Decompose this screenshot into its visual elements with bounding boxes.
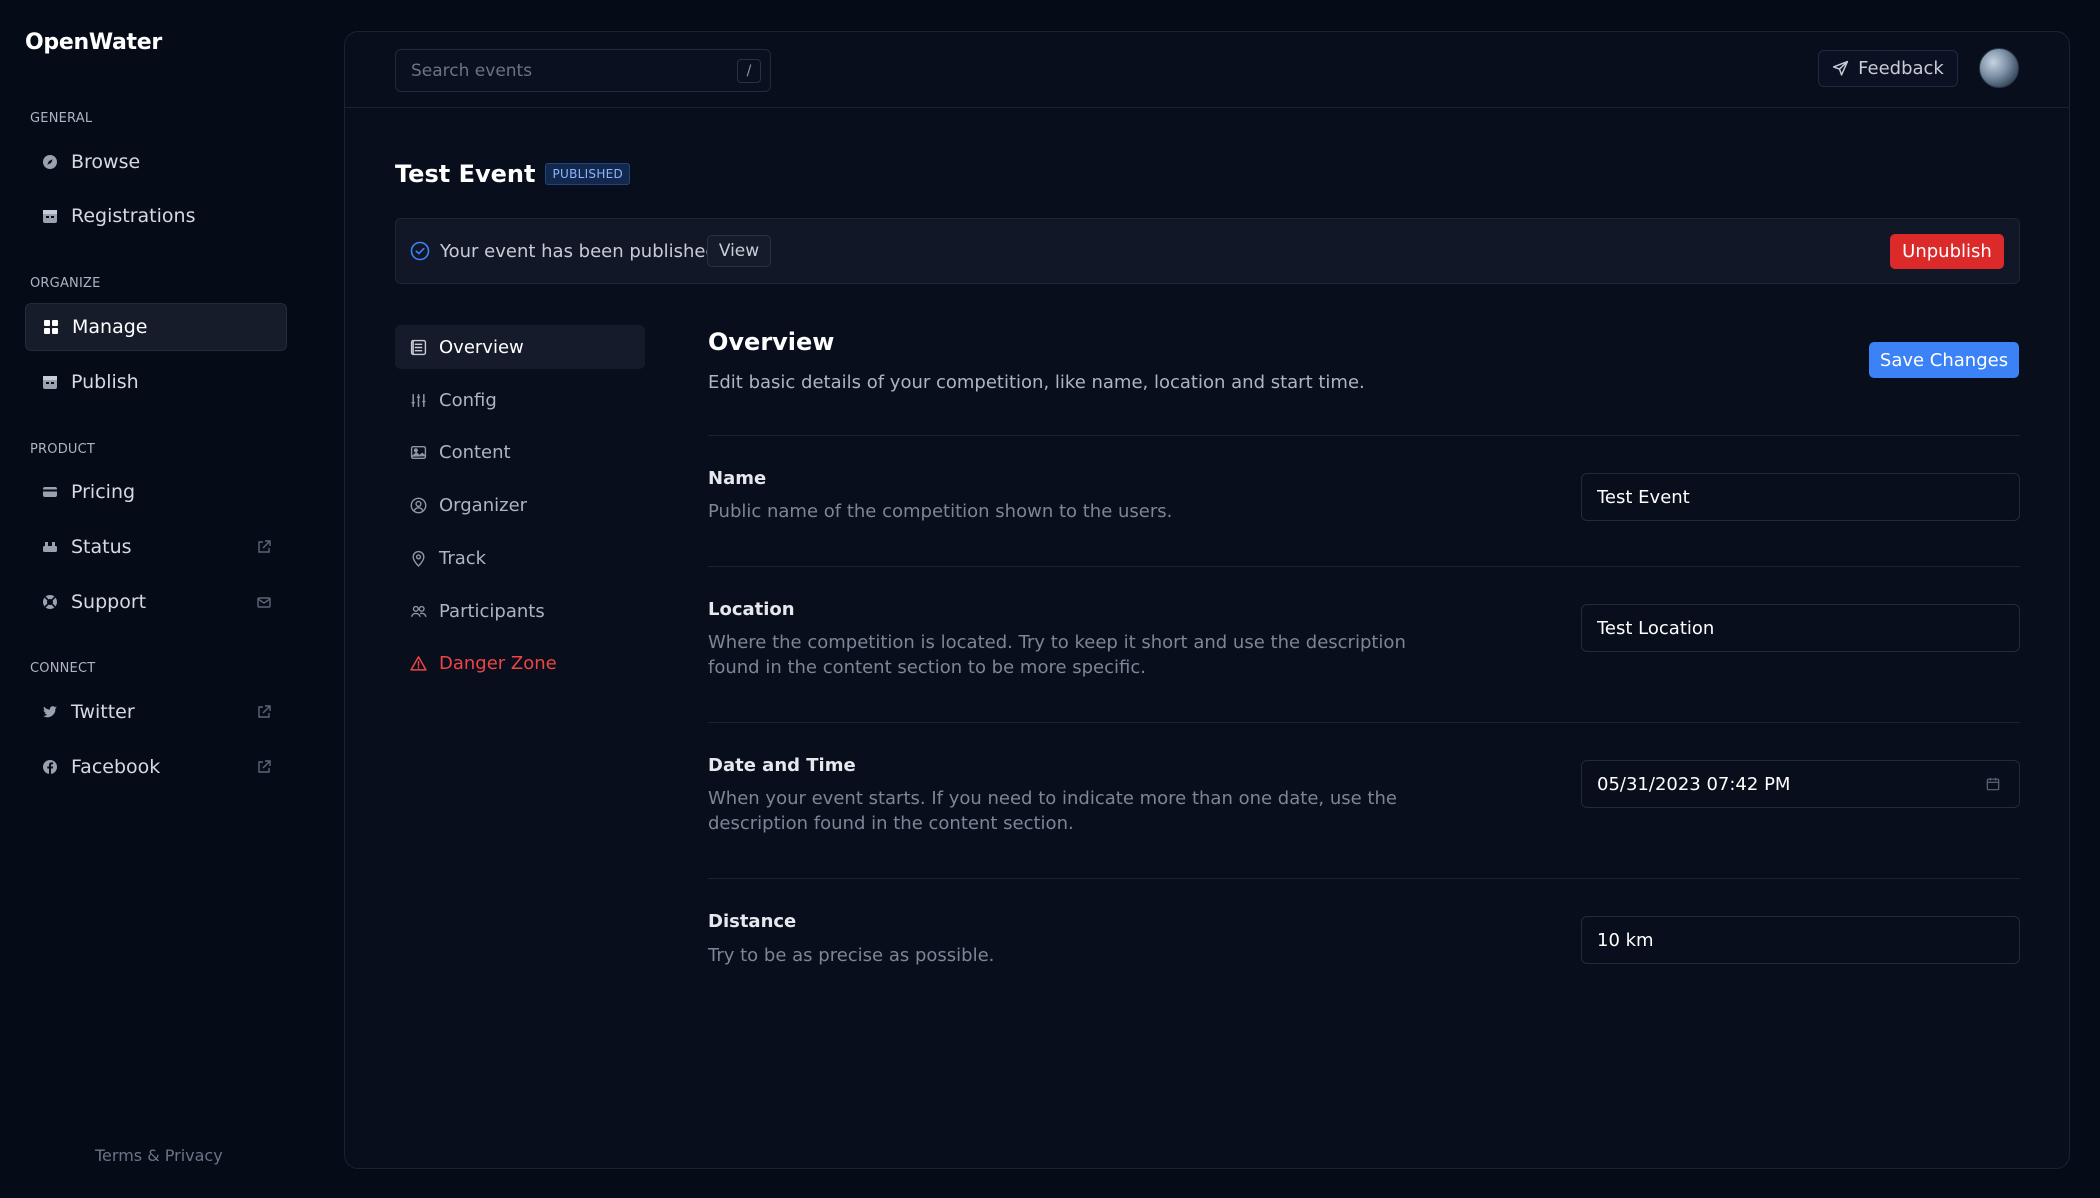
feedback-label: Feedback <box>1858 58 1944 79</box>
terms-privacy-link[interactable]: Terms & Privacy <box>95 1146 223 1165</box>
tab-participants[interactable]: Participants <box>395 589 645 633</box>
user-circle-icon <box>409 496 427 514</box>
search-shortcut-key: / <box>737 59 761 83</box>
mail-icon <box>255 593 273 611</box>
search-box[interactable]: / <box>395 49 771 92</box>
tab-danger-zone[interactable]: Danger Zone <box>395 641 645 685</box>
list-icon <box>409 338 427 356</box>
image-icon <box>409 443 427 461</box>
twitter-icon <box>41 703 59 721</box>
sidebar-item-status[interactable]: Status <box>25 523 287 571</box>
server-icon <box>41 538 59 556</box>
location-field[interactable] <box>1581 604 2020 652</box>
section-label-organize: ORGANIZE <box>30 276 101 291</box>
external-link-icon <box>255 538 273 556</box>
calendar-picker-icon[interactable] <box>1986 776 2002 792</box>
lifebuoy-icon <box>41 593 59 611</box>
sidebar-item-browse[interactable]: Browse <box>25 138 287 186</box>
app-logo[interactable]: OpenWater <box>25 30 162 55</box>
tab-label: Content <box>439 441 511 463</box>
alert-message: Your event has been published! <box>440 241 725 262</box>
grid-icon <box>42 318 60 336</box>
tab-config[interactable]: Config <box>395 378 645 422</box>
distance-field[interactable] <box>1581 916 2020 964</box>
sidebar-item-registrations[interactable]: Registrations <box>25 192 287 240</box>
field-help-date-time: When your event starts. If you need to i… <box>708 788 1397 834</box>
section-label-general: GENERAL <box>30 111 93 126</box>
sidebar-item-twitter[interactable]: Twitter <box>25 688 287 736</box>
tab-organizer[interactable]: Organizer <box>395 483 645 527</box>
sidebar-item-label: Facebook <box>71 756 161 778</box>
credit-card-icon <box>41 483 59 501</box>
section-description: Edit basic details of your competition, … <box>708 372 1365 393</box>
field-help-distance: Try to be as precise as possible. <box>708 945 995 966</box>
main-panel: / Feedback Test Event PUBLISHED Your eve… <box>344 31 2070 1169</box>
compass-icon <box>41 153 59 171</box>
sidebar-item-label: Support <box>71 591 147 613</box>
sidebar-item-facebook[interactable]: Facebook <box>25 743 287 791</box>
section-label-connect: CONNECT <box>30 661 96 676</box>
sidebar-item-publish[interactable]: Publish <box>25 358 287 406</box>
published-alert: Your event has been published! View Unpu… <box>395 218 2020 284</box>
sidebar-item-label: Twitter <box>71 701 135 723</box>
tab-overview[interactable]: Overview <box>395 325 645 369</box>
tab-label: Participants <box>439 600 545 622</box>
save-changes-button[interactable]: Save Changes <box>1869 342 2019 378</box>
feedback-button[interactable]: Feedback <box>1818 50 1958 87</box>
section-title: Overview <box>708 328 835 356</box>
sidebar-item-support[interactable]: Support <box>25 578 287 626</box>
view-button[interactable]: View <box>707 235 771 267</box>
status-badge: PUBLISHED <box>545 163 631 185</box>
section-label-product: PRODUCT <box>30 442 96 457</box>
name-field[interactable] <box>1581 473 2020 521</box>
field-label-location: Location <box>708 599 795 620</box>
tab-content[interactable]: Content <box>395 430 645 474</box>
facebook-icon <box>41 758 59 776</box>
page-title: Test Event <box>395 160 536 188</box>
calendar-icon <box>41 373 59 391</box>
sidebar: OpenWater GENERAL Browse Registrations O… <box>0 0 320 1198</box>
divider <box>708 722 2020 723</box>
check-circle-icon <box>410 241 432 263</box>
event-title-row: Test Event PUBLISHED <box>395 160 631 188</box>
sidebar-item-label: Manage <box>72 316 148 338</box>
date-time-field[interactable] <box>1581 760 2020 808</box>
topbar: / Feedback <box>345 32 2069 108</box>
search-input[interactable] <box>411 60 711 81</box>
divider <box>708 878 2020 879</box>
field-help-name: Public name of the competition shown to … <box>708 501 1173 522</box>
sidebar-item-label: Publish <box>71 371 139 393</box>
field-label-date-time: Date and Time <box>708 755 856 776</box>
users-icon <box>409 602 427 620</box>
external-link-icon <box>255 758 273 776</box>
field-label-name: Name <box>708 468 767 489</box>
field-label-distance: Distance <box>708 911 797 932</box>
tab-label: Danger Zone <box>439 652 557 674</box>
map-pin-icon <box>409 549 427 567</box>
sidebar-item-label: Pricing <box>71 481 136 503</box>
sidebar-item-label: Registrations <box>71 205 196 227</box>
tab-label: Track <box>439 547 487 569</box>
send-icon <box>1832 60 1849 77</box>
sidebar-item-label: Status <box>71 536 132 558</box>
warning-icon <box>409 654 427 672</box>
tab-label: Overview <box>439 336 524 358</box>
sliders-icon <box>409 391 427 409</box>
tab-track[interactable]: Track <box>395 536 645 580</box>
calendar-icon <box>41 207 59 225</box>
tab-label: Config <box>439 389 497 411</box>
external-link-icon <box>255 703 273 721</box>
unpublish-button[interactable]: Unpublish <box>1890 234 2004 269</box>
sidebar-item-label: Browse <box>71 151 141 173</box>
sidebar-item-manage[interactable]: Manage <box>25 303 287 351</box>
avatar[interactable] <box>1979 48 2019 88</box>
tab-label: Organizer <box>439 494 528 516</box>
divider <box>708 566 2020 567</box>
field-help-location: Where the competition is located. Try to… <box>708 632 1406 678</box>
sidebar-item-pricing[interactable]: Pricing <box>25 468 287 516</box>
divider <box>708 435 2020 436</box>
